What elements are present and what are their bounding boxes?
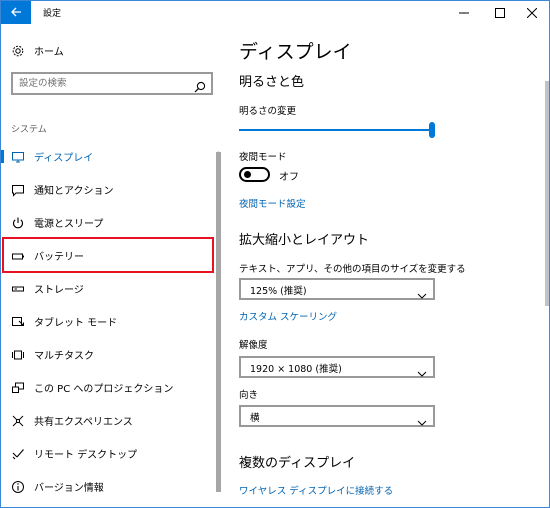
sidebar-item-label: ディスプレイ [34, 153, 94, 164]
sidebar-item-label: バッテリー [34, 252, 84, 263]
info-icon [11, 480, 25, 494]
scroll-down-icon[interactable] [216, 499, 221, 505]
night-mode-label: 夜間モード [239, 152, 287, 163]
brightness-slider-track [239, 129, 431, 131]
close-button[interactable] [515, 1, 549, 24]
notification-icon [11, 183, 25, 197]
multitasking-icon [11, 348, 25, 362]
sidebar-item-battery[interactable]: バッテリー [1, 239, 225, 272]
maximize-icon [495, 3, 505, 22]
search-input[interactable] [19, 76, 189, 91]
battery-icon [11, 249, 25, 263]
search-icon[interactable] [194, 78, 206, 93]
sidebar-item-multitasking[interactable]: マルチタスク [1, 338, 225, 371]
custom-scaling-link[interactable]: カスタム スケーリング [239, 309, 337, 323]
storage-icon [11, 282, 25, 296]
sidebar-item-label: 電源とスリープ [34, 219, 104, 230]
toggle-knob [244, 171, 251, 178]
chevron-down-icon [417, 412, 427, 426]
title-bar: 設定 [1, 1, 549, 25]
resolution-dropdown[interactable]: 1920 × 1080 (推奨) [239, 356, 435, 378]
night-mode-settings-link[interactable]: 夜間モード設定 [239, 196, 306, 210]
back-button[interactable] [1, 1, 31, 24]
sidebar-item-display[interactable]: ディスプレイ [1, 140, 225, 173]
main-scrollbar[interactable] [545, 81, 549, 306]
orientation-value: 横 [250, 413, 260, 424]
sidebar-item-label: 通知とアクション [34, 186, 114, 197]
orientation-label: 向き [239, 390, 259, 401]
selection-indicator [1, 150, 4, 163]
orientation-dropdown[interactable]: 横 [239, 405, 435, 427]
gear-icon [11, 44, 25, 58]
chevron-down-icon [417, 285, 427, 299]
chevron-down-icon [417, 363, 427, 377]
brightness-slider-thumb[interactable] [429, 122, 435, 138]
sidebar-item-about[interactable]: バージョン情報 [1, 470, 225, 503]
minimize-icon [459, 3, 469, 22]
sidebar-item-remote-desktop[interactable]: リモート デスクトップ [1, 437, 225, 470]
scale-label: テキスト、アプリ、その他の項目のサイズを変更する [239, 264, 466, 275]
window-title: 設定 [43, 9, 62, 19]
settings-window: 設定 ホーム 設定の検索 システム ディスプレイ 通知とアクション 電源とスリー… [0, 0, 550, 508]
search-field[interactable] [11, 72, 213, 95]
sidebar-item-label: この PC へのプロジェクション [34, 384, 174, 395]
shared-experiences-icon [11, 414, 25, 428]
minimize-button[interactable] [447, 1, 481, 24]
sidebar-item-projection[interactable]: この PC へのプロジェクション [1, 371, 225, 404]
scale-dropdown[interactable]: 125% (推奨) [239, 278, 435, 300]
maximize-button[interactable] [483, 1, 517, 24]
resolution-value: 1920 × 1080 (推奨) [250, 364, 342, 375]
sidebar-item-storage[interactable]: ストレージ [1, 272, 225, 305]
sidebar-scroll-thumb[interactable] [216, 152, 221, 492]
wireless-display-link[interactable]: ワイヤレス ディスプレイに接続する [239, 483, 393, 497]
close-icon [526, 3, 538, 22]
resolution-label: 解像度 [239, 340, 268, 351]
sidebar: ホーム システム ディスプレイ 通知とアクション 電源 [1, 25, 225, 507]
night-mode-state: オフ [279, 172, 299, 183]
sidebar-item-notifications[interactable]: 通知とアクション [1, 173, 225, 206]
page-title: ディスプレイ [239, 41, 352, 63]
remote-desktop-icon [11, 447, 25, 461]
sidebar-item-home[interactable]: ホーム [1, 34, 225, 67]
sidebar-item-label: ホーム [34, 47, 64, 58]
sidebar-item-shared-experiences[interactable]: 共有エクスペリエンス [1, 404, 225, 437]
sidebar-item-tablet-mode[interactable]: タブレット モード [1, 305, 225, 338]
sidebar-item-power-sleep[interactable]: 電源とスリープ [1, 206, 225, 239]
sidebar-item-label: 共有エクスペリエンス [34, 417, 133, 428]
power-icon [11, 216, 25, 230]
scale-layout-heading: 拡大縮小とレイアウト [239, 233, 370, 248]
sidebar-item-label: バージョン情報 [34, 483, 104, 494]
projection-icon [11, 381, 25, 395]
back-arrow-icon [10, 3, 22, 22]
main-content: ディスプレイ 明るさと色 明るさの変更 夜間モード オフ 夜間モード設定 拡大縮… [225, 25, 549, 507]
sidebar-scrollbar[interactable] [216, 141, 221, 507]
scale-value: 125% (推奨) [250, 286, 307, 297]
scroll-up-icon[interactable] [216, 141, 221, 155]
sidebar-item-label: ストレージ [34, 285, 84, 296]
sidebar-item-label: タブレット モード [34, 318, 118, 329]
sidebar-item-label: マルチタスク [34, 351, 94, 362]
brightness-color-heading: 明るさと色 [239, 75, 305, 90]
brightness-label: 明るさの変更 [239, 106, 297, 117]
night-mode-toggle[interactable] [239, 167, 270, 182]
sidebar-item-label: リモート デスクトップ [34, 450, 138, 461]
section-title-system: システム [11, 125, 47, 135]
brightness-slider[interactable] [239, 122, 435, 138]
monitor-icon [11, 150, 25, 164]
tablet-mode-icon [11, 315, 25, 329]
multi-display-heading: 複数のディスプレイ [239, 456, 356, 471]
